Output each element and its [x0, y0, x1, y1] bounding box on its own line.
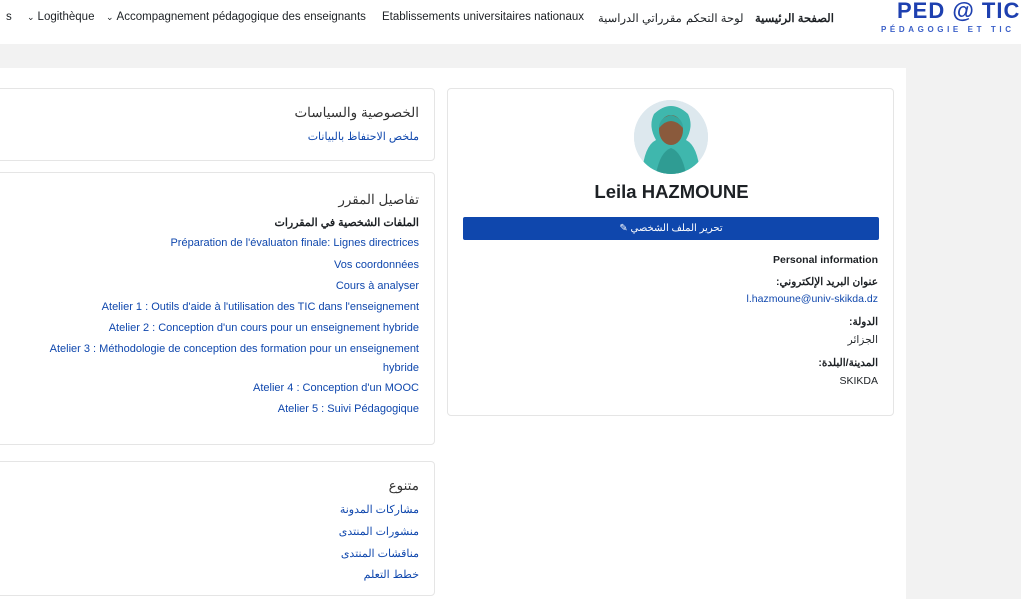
- nav-item-home[interactable]: الصفحة الرئيسية: [755, 11, 834, 25]
- chevron-down-icon: ⌄: [27, 12, 35, 22]
- edit-icon: ✎: [619, 223, 628, 234]
- logo-subtitle: PÉDAGOGIE ET TIC: [881, 25, 1015, 34]
- profile-card: Leila HAZMOUNE ✎ تحرير الملف الشخصي Pers…: [447, 88, 894, 416]
- nav-item-truncated[interactable]: s: [6, 11, 12, 23]
- top-navbar: s ⌄ Logithèque ⌄ Accompagnement pédagogiqu…: [0, 0, 1021, 44]
- nav-item-etablissements[interactable]: Etablissements universitaires nationaux: [382, 11, 584, 23]
- personal-information-heading: Personal information: [772, 254, 878, 266]
- misc-title: متنوع: [388, 478, 419, 493]
- edit-profile-label: تحرير الملف الشخصي: [630, 223, 723, 234]
- logo-title: PED @ TIC: [897, 0, 1021, 23]
- course-link-continued[interactable]: hybride: [383, 362, 419, 374]
- profile-name: Leila HAZMOUNE: [594, 181, 749, 202]
- privacy-card: الخصوصية والسياسات ملخص الاحتفاظ بالبيان…: [0, 88, 435, 161]
- site-logo[interactable]: PED @ TIC PÉDAGOGIE ET TIC: [861, 0, 1021, 42]
- nav-item-label: Logithèque: [37, 11, 95, 23]
- country-label: الدولة:: [848, 316, 878, 328]
- city-value: SKIKDA: [839, 375, 878, 387]
- forum-posts-link[interactable]: منشورات المنتدى: [339, 525, 419, 538]
- forum-discussions-link[interactable]: مناقشات المنتدى: [341, 547, 419, 560]
- learning-plans-link[interactable]: خطط التعلم: [364, 568, 419, 581]
- course-link[interactable]: Atelier 3 : Méthodologie de conception d…: [50, 343, 419, 355]
- course-details-title: تفاصيل المقرر: [338, 192, 419, 207]
- course-link[interactable]: Atelier 5 : Suivi Pédagogique: [278, 403, 419, 415]
- country-value: الجزائر: [847, 334, 878, 346]
- course-link[interactable]: Atelier 2 : Conception d'un cours pour u…: [109, 322, 419, 334]
- nav-item-my-courses[interactable]: مقرراتي الدراسية: [598, 11, 682, 25]
- email-label: عنوان البريد الإلكتروني:: [776, 276, 878, 288]
- avatar: [634, 100, 708, 174]
- course-profiles-heading: الملفات الشخصية في المقررات: [274, 217, 419, 229]
- data-retention-summary-link[interactable]: ملخص الاحتفاظ بالبيانات: [308, 130, 419, 143]
- course-link[interactable]: Cours à analyser: [336, 280, 419, 292]
- blog-posts-link[interactable]: مشاركات المدونة: [340, 503, 419, 516]
- course-link[interactable]: Atelier 1 : Outils d'aide à l'utilisatio…: [102, 301, 419, 313]
- nav-item-logitheque[interactable]: ⌄ Logithèque: [27, 11, 94, 23]
- course-link[interactable]: Vos coordonnées: [334, 259, 419, 271]
- email-link[interactable]: l.hazmoune@univ-skikda.dz: [747, 293, 878, 305]
- nav-item-label: Accompagnement pédagogique des enseignan…: [116, 11, 366, 23]
- miscellaneous-card: متنوع مشاركات المدونة منشورات المنتدى من…: [0, 461, 435, 596]
- nav-item-accompagnement[interactable]: ⌄ Accompagnement pédagogique des enseigna…: [106, 11, 366, 23]
- privacy-title: الخصوصية والسياسات: [294, 105, 419, 120]
- nav-item-dashboard[interactable]: لوحة التحكم: [686, 11, 744, 25]
- course-details-card: تفاصيل المقرر الملفات الشخصية في المقررا…: [0, 172, 435, 445]
- edit-profile-button[interactable]: ✎ تحرير الملف الشخصي: [463, 217, 879, 240]
- avatar-image: [634, 100, 708, 174]
- chevron-down-icon: ⌄: [106, 12, 114, 22]
- course-link[interactable]: Atelier 4 : Conception d'un MOOC: [253, 382, 419, 394]
- course-link[interactable]: Préparation de l'évaluaton finale: Ligne…: [170, 237, 419, 249]
- city-label: المدينة/البلدة:: [818, 357, 878, 369]
